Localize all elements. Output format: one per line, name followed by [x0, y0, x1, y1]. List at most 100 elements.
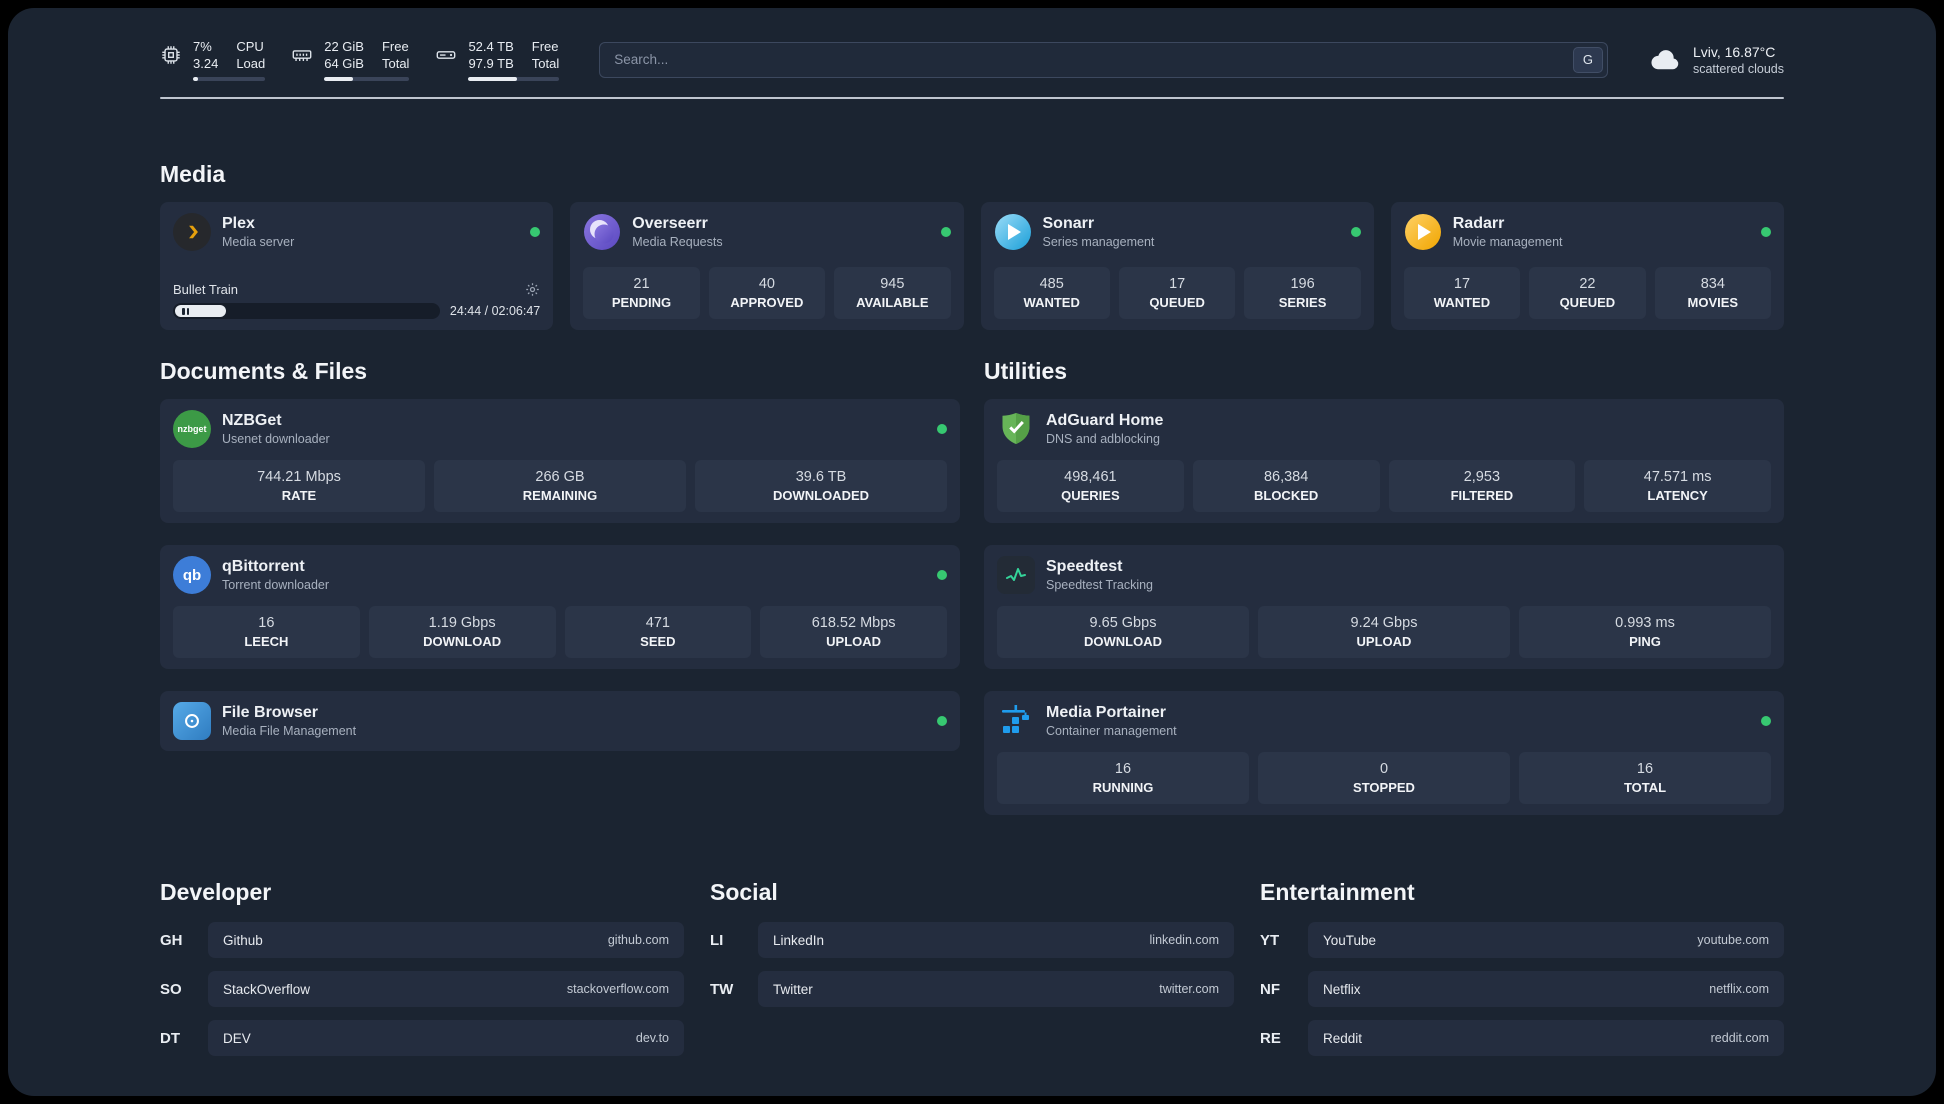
overseerr-card[interactable]: Overseerr Media Requests 21 PENDING 40 A…: [570, 202, 964, 330]
stat-box: 834 MOVIES: [1654, 267, 1772, 319]
disk-progress-fill: [468, 77, 517, 81]
stat-value: 498,461: [1064, 469, 1117, 485]
card-subtitle: Speedtest Tracking: [1046, 578, 1154, 592]
stat-value: 16: [1114, 761, 1132, 777]
radarr-card[interactable]: Radarr Movie management 17 WANTED 22 QUE…: [1390, 202, 1784, 330]
card-title: Speedtest: [1046, 558, 1123, 575]
cpu-icon: [160, 44, 182, 66]
status-dot: [530, 227, 541, 237]
filebrowser-card[interactable]: File Browser Media File Management: [160, 691, 960, 751]
stat-box: 47.571 ms LATENCY: [1584, 460, 1771, 512]
weather-condition: scattered clouds: [1692, 61, 1784, 76]
entertainment-section: Entertainment YT YouTube youtube.com NF …: [1260, 879, 1784, 1056]
search-input[interactable]: [599, 41, 1608, 78]
stat-label: TOTAL: [1623, 780, 1667, 795]
stat-box: 0 STOPPED: [1258, 752, 1510, 804]
stat-label: AVAILABLE: [856, 295, 929, 310]
card-subtitle: Usenet downloader: [222, 432, 330, 446]
speedtest-card[interactable]: Speedtest Speedtest Tracking 9.65 Gbps D…: [984, 545, 1784, 669]
search-engine-button[interactable]: G: [1572, 46, 1603, 73]
portainer-crane-icon: [997, 702, 1035, 740]
stat-box: 16 TOTAL: [1519, 752, 1771, 804]
portainer-card[interactable]: Media Portainer Container management 16 …: [984, 691, 1784, 815]
adguard-card[interactable]: AdGuard Home DNS and adblocking 498,461 …: [984, 399, 1784, 523]
nzbget-icon: nzbget: [173, 410, 211, 448]
stat-box: 0.993 ms PING: [1519, 606, 1771, 658]
ram-metric: 22 GiB Free 64 GiB Total: [291, 38, 410, 81]
bookmark-link-reddit[interactable]: Reddit reddit.com: [1308, 1020, 1784, 1056]
stat-label: APPROVED: [730, 295, 804, 310]
search-bar: G: [599, 41, 1608, 78]
card-title: NZBGet: [222, 412, 282, 429]
bookmark-url: twitter.com: [1159, 982, 1219, 996]
bookmark-link-twitter[interactable]: Twitter twitter.com: [758, 971, 1234, 1007]
stat-box: 2,953 FILTERED: [1388, 460, 1576, 512]
pause-icon: [182, 307, 185, 315]
stat-value: 22: [1579, 276, 1596, 292]
stat-label: DOWNLOAD: [423, 634, 502, 649]
stat-box: 16 LEECH: [173, 606, 360, 658]
bookmark-link-netflix[interactable]: Netflix netflix.com: [1308, 971, 1784, 1007]
nzbget-card[interactable]: nzbget NZBGet Usenet downloader 744.21 M…: [160, 399, 960, 523]
qbittorrent-icon: qb: [173, 556, 211, 594]
stat-value: 86,384: [1263, 469, 1309, 485]
qbittorrent-card[interactable]: qb qBittorrent Torrent downloader 16 LEE…: [160, 545, 960, 669]
media-section: Media Plex Media server Bullet Train 24:…: [160, 161, 1784, 330]
bookmark-link-stackoverflow[interactable]: StackOverflow stackoverflow.com: [208, 971, 684, 1007]
card-subtitle: Torrent downloader: [222, 578, 330, 592]
stat-box: 9.24 Gbps UPLOAD: [1258, 606, 1510, 658]
bookmark-abbr: GH: [160, 931, 183, 949]
ram-free-label: Free: [381, 39, 409, 54]
bookmark-link-youtube[interactable]: YouTube youtube.com: [1308, 922, 1784, 958]
weather-widget[interactable]: Lviv, 16.87°C scattered clouds: [1648, 43, 1784, 77]
stat-value: 47.571 ms: [1643, 469, 1712, 485]
stat-label: FILTERED: [1450, 488, 1514, 503]
bookmark-row: DT DEV dev.to: [160, 1020, 684, 1056]
card-subtitle: Container management: [1046, 724, 1177, 738]
stat-label: WANTED: [1433, 295, 1491, 310]
sonarr-card[interactable]: Sonarr Series management 485 WANTED 17 Q…: [980, 202, 1374, 330]
plex-card[interactable]: Plex Media server Bullet Train 24:44 / 0…: [160, 202, 554, 330]
stat-value: 834: [1700, 276, 1725, 292]
playback-progress-bar[interactable]: [173, 303, 440, 319]
stat-label: PING: [1629, 634, 1661, 649]
card-title: Media Portainer: [1046, 704, 1167, 721]
pause-button[interactable]: [175, 305, 226, 317]
card-subtitle: Movie management: [1452, 235, 1563, 249]
stat-value: 0: [1379, 761, 1389, 777]
stat-label: PENDING: [611, 295, 672, 310]
card-title: AdGuard Home: [1046, 412, 1164, 429]
dashboard-screen: 7% CPU 3.24 Load 22 GiB Free 64 GiB Tota…: [8, 8, 1936, 1096]
stat-label: STOPPED: [1353, 780, 1415, 795]
filebrowser-icon: [173, 702, 211, 740]
bookmark-url: linkedin.com: [1149, 933, 1219, 947]
stat-value: 9.24 Gbps: [1350, 615, 1418, 631]
stat-value: 21: [633, 276, 650, 292]
stat-value: 17: [1169, 276, 1186, 292]
gear-icon[interactable]: [525, 282, 540, 297]
speedtest-icon: [997, 556, 1035, 594]
bookmark-row: SO StackOverflow stackoverflow.com: [160, 971, 684, 1007]
stat-value: 0.993 ms: [1615, 615, 1675, 631]
stat-box: 40 APPROVED: [708, 267, 826, 319]
stat-box: 16 RUNNING: [997, 752, 1249, 804]
bookmark-link-dev[interactable]: DEV dev.to: [208, 1020, 684, 1056]
bookmark-link-github[interactable]: Github github.com: [208, 922, 684, 958]
stat-label: UPLOAD: [1356, 634, 1412, 649]
stat-box: 9.65 Gbps DOWNLOAD: [997, 606, 1249, 658]
bookmark-abbr: TW: [710, 980, 734, 998]
card-title: File Browser: [222, 704, 319, 721]
stat-value: 39.6 TB: [795, 469, 847, 485]
ram-progress-bar: [324, 77, 410, 81]
bookmark-name: Github: [223, 932, 263, 948]
bookmark-row: TW Twitter twitter.com: [710, 971, 1234, 1007]
bookmark-link-linkedin[interactable]: LinkedIn linkedin.com: [758, 922, 1234, 958]
stat-label: SEED: [640, 634, 676, 649]
disk-icon: [435, 44, 457, 66]
bookmark-abbr: NF: [1260, 980, 1280, 998]
cpu-percent: 7%: [193, 39, 212, 54]
ram-free-value: 22 GiB: [324, 39, 364, 54]
bookmark-abbr: RE: [1260, 1029, 1281, 1047]
stat-label: SERIES: [1278, 295, 1327, 310]
stat-label: REMAINING: [522, 488, 598, 503]
